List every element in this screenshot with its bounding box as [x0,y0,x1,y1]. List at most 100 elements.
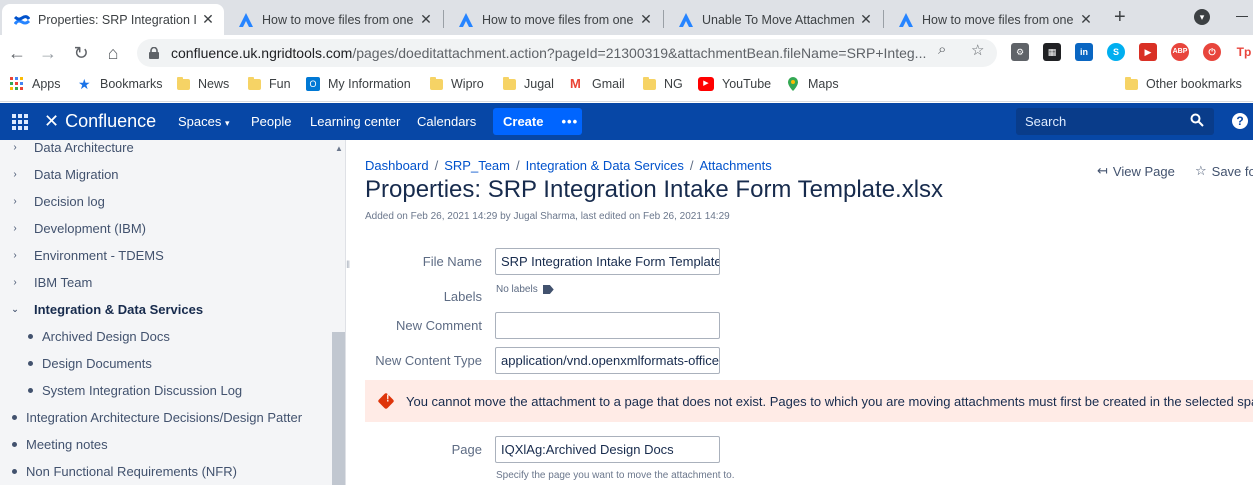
new-tab-icon[interactable]: + [1114,6,1126,29]
home-icon[interactable]: ⌂ [100,40,126,66]
zoom-icon[interactable]: ⌕ [938,41,946,58]
breadcrumb-integration-data-services[interactable]: Integration & Data Services [526,158,684,173]
sidebar-item-development-ibm[interactable]: › Development (IBM) [0,218,146,238]
tab-how-to-move-3[interactable]: How to move files from one p ✕ [886,4,1102,35]
reload-icon[interactable]: ↻ [68,40,94,66]
extension-1-icon[interactable]: ⚙ [1011,43,1029,61]
breadcrumb-attachments[interactable]: Attachments [699,158,771,173]
bookmark-gmail[interactable]: M Gmail [570,77,625,92]
bookmark-label: NG [664,77,683,91]
tab-search-icon[interactable]: ▾ [1194,9,1210,25]
bookmark-jugal[interactable]: Jugal [503,76,554,91]
extension-5-icon[interactable]: ▶ [1139,43,1157,61]
adblock-plus-icon[interactable]: ABP [1171,43,1189,61]
tag-icon[interactable] [542,285,554,294]
tab-how-to-move-2[interactable]: How to move files from one p ✕ [446,4,662,35]
view-page-button[interactable]: ↤ View Page [1097,163,1175,179]
skype-extension-icon[interactable]: S [1107,43,1125,61]
bookmark-star-icon[interactable]: ☆ [971,41,984,59]
file-name-label: File Name [422,254,482,269]
space-sidebar: › Data Architecture › Data Migration › Deci… [0,140,346,485]
chevron-right-icon[interactable]: › [8,169,22,180]
page-input[interactable]: IQXlAg:Archived Design Docs [495,436,720,463]
page-hint: Specify the page you want to move the at… [496,470,735,481]
sidebar-item-data-architecture[interactable]: › Data Architecture [0,140,133,157]
chevron-right-icon[interactable]: › [8,223,22,234]
close-tab-icon[interactable]: ✕ [200,11,216,28]
tab-unable-to-move[interactable]: Unable To Move Attachment ✕ [666,4,882,35]
search-input[interactable]: Search [1016,108,1214,135]
bookmark-bookmarks[interactable]: ★ Bookmarks [78,77,163,91]
bookmark-youtube[interactable]: ▶ YouTube [698,77,771,91]
breadcrumb-srp-team[interactable]: SRP_Team [444,158,510,173]
bookmark-my-information[interactable]: O My Information [306,77,411,91]
extension-2-icon[interactable]: ▦ [1043,43,1061,61]
sidebar-item-ibm-team[interactable]: › IBM Team [0,272,92,292]
create-button[interactable]: Create ••• [493,108,582,135]
file-name-input[interactable]: SRP Integration Intake Form Template.xls… [495,248,720,275]
nav-calendars[interactable]: Calendars [417,114,476,129]
save-for-later-button[interactable]: ☆ Save fo [1195,163,1253,179]
labels-value[interactable]: No labels [496,284,554,295]
chevron-right-icon[interactable]: › [8,250,22,261]
scroll-up-icon[interactable]: ▲ [335,144,343,153]
tab-properties[interactable]: Properties: SRP Integration In ✕ [2,4,224,35]
chevron-down-icon: ▾ [225,118,230,128]
sidebar-item-data-migration[interactable]: › Data Migration [0,164,118,184]
chevron-right-icon[interactable]: › [8,196,22,207]
new-content-type-input[interactable]: application/vnd.openxmlformats-officedoc… [495,347,720,374]
create-more-icon[interactable]: ••• [561,114,578,129]
bookmark-maps[interactable]: Maps [786,77,839,91]
folder-icon [643,76,656,90]
sidebar-scrollbar[interactable]: ▲ [332,140,345,485]
folder-icon [430,76,443,90]
app-switcher-icon[interactable] [12,114,28,130]
bookmark-fun[interactable]: Fun [248,76,291,91]
tab-how-to-move-1[interactable]: How to move files from one p ✕ [226,4,442,35]
forward-arrow-icon[interactable]: → [35,40,61,66]
sidebar-item-archived-design-docs[interactable]: Archived Design Docs [0,326,170,346]
close-tab-icon[interactable]: ✕ [638,11,654,28]
bookmark-wipro[interactable]: Wipro [430,76,484,91]
bookmark-apps[interactable]: Apps [10,77,61,91]
extension-8-icon[interactable]: Tp [1235,43,1253,61]
sidebar-item-integration-architecture-decisions[interactable]: Integration Architecture Decisions/Desig… [0,407,302,427]
youtube-icon: ▶ [698,77,714,91]
close-tab-icon[interactable]: ✕ [1078,11,1094,28]
new-comment-input[interactable] [495,312,720,339]
url-host: confluence.uk.ngridtools.com [171,45,353,61]
lock-icon[interactable] [149,47,159,59]
chevron-right-icon[interactable]: › [8,142,22,153]
extension-7-icon[interactable]: ⏻ [1203,43,1221,61]
sidebar-item-system-integration-discussion-log[interactable]: System Integration Discussion Log [0,380,242,400]
sidebar-item-decision-log[interactable]: › Decision log [0,191,105,211]
sidebar-item-integration-data-services[interactable]: ⌄ Integration & Data Services [0,299,203,319]
bookmark-news[interactable]: News [177,76,230,91]
window-minimize-icon[interactable] [1236,16,1248,17]
no-labels-text: No labels [496,284,538,295]
linkedin-extension-icon[interactable]: in [1075,43,1093,61]
url-text[interactable]: confluence.uk.ngridtools.com/pages/doedi… [171,45,931,61]
nav-spaces[interactable]: Spaces ▾ [178,114,230,129]
confluence-logo-icon: ✕ [44,111,60,131]
help-icon[interactable]: ? [1232,113,1248,129]
back-arrow-icon[interactable]: ← [4,40,30,66]
sidebar-item-design-documents[interactable]: Design Documents [0,353,152,373]
sidebar-item-meeting-notes[interactable]: Meeting notes [0,434,108,454]
error-icon [377,392,395,410]
sidebar-item-environment-tdems[interactable]: › Environment - TDEMS [0,245,163,265]
sidebar-item-nfr[interactable]: Non Functional Requirements (NFR) [0,461,237,481]
nav-learning-center[interactable]: Learning center [310,114,400,129]
address-bar[interactable]: confluence.uk.ngridtools.com/pages/doedi… [137,39,997,67]
bookmark-ng[interactable]: NG [643,76,683,91]
confluence-logo[interactable]: ✕ Confluence [44,111,156,132]
close-tab-icon[interactable]: ✕ [858,11,874,28]
bookmark-other[interactable]: Other bookmarks [1125,76,1242,91]
scrollbar-thumb[interactable] [332,332,345,485]
chevron-right-icon[interactable]: › [8,277,22,288]
bookmark-label: News [198,77,230,91]
breadcrumb-dashboard[interactable]: Dashboard [365,158,429,173]
close-tab-icon[interactable]: ✕ [418,11,434,28]
chevron-down-icon[interactable]: ⌄ [8,304,22,315]
nav-people[interactable]: People [251,114,291,129]
